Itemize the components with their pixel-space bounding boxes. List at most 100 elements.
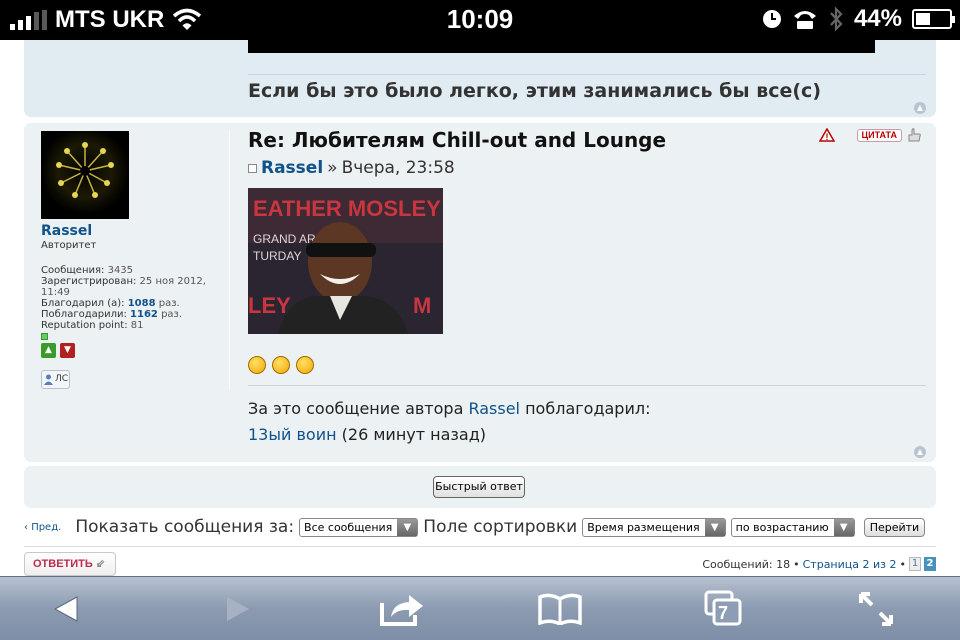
- reply-button[interactable]: ОТВЕТИТЬ ⇙: [24, 552, 116, 576]
- reputation-label: Reputation point:: [41, 320, 128, 331]
- reputation-value: 81: [130, 320, 144, 331]
- profile-divider: [229, 131, 230, 389]
- thanks-text: За это сообщение автора: [248, 399, 464, 418]
- thanks-block: За это сообщение автора Rassel поблагода…: [248, 396, 650, 448]
- post-profile: Rassel Авторитет Сообщения: 3435 Зарегис…: [41, 223, 226, 389]
- page-link-1[interactable]: 1: [909, 557, 921, 571]
- thanks-received-count[interactable]: 1162: [130, 309, 158, 320]
- post-title[interactable]: Re: Любителям Chill-out and Lounge: [248, 128, 666, 152]
- forward-button[interactable]: [208, 587, 268, 631]
- battery-icon: [912, 9, 955, 29]
- quote-button[interactable]: ЦИТАТА: [856, 128, 902, 142]
- quick-reply-panel: Быстрый ответ: [24, 466, 936, 508]
- chevron-down-icon: ▼: [704, 518, 725, 536]
- thanked-label: Благодарил (а):: [41, 298, 125, 309]
- svg-text:M: M: [413, 293, 431, 318]
- show-label: Показать сообщения за:: [75, 517, 295, 537]
- pagination: Сообщений: 18 • Страница 2 из 2 • 1 2: [702, 557, 936, 571]
- pm-label: ЛС: [55, 374, 69, 384]
- thanks-user[interactable]: 13ый воин: [248, 425, 337, 444]
- quick-reply-button[interactable]: Быстрый ответ: [433, 476, 525, 498]
- thanked-suffix: раз.: [158, 298, 180, 309]
- pagination-bullet: •: [899, 557, 907, 571]
- profile-rank: Авторитет: [41, 240, 97, 251]
- profile-stats: Сообщения: 3435 Зарегистрирован: 25 ноя …: [41, 265, 226, 358]
- status-bar: MTS UKR 10:09 44%: [0, 0, 960, 40]
- chevron-down-icon: ▼: [397, 518, 418, 536]
- avatar[interactable]: [41, 131, 129, 219]
- posts-count[interactable]: 3435: [108, 265, 133, 276]
- svg-text:LEY: LEY: [248, 293, 291, 318]
- thanks-hand-icon[interactable]: [906, 127, 922, 143]
- svg-text:EATHER MOSLEY: EATHER MOSLEY: [253, 196, 441, 221]
- report-icon[interactable]: !: [818, 128, 835, 142]
- tty-icon: [793, 11, 816, 29]
- thanks-received-suffix: раз.: [161, 309, 183, 320]
- post-author[interactable]: Rassel: [261, 158, 323, 178]
- post-divider: [248, 385, 926, 386]
- post-image[interactable]: EATHER MOSLEY GRAND ARENA TURDAY LEY M: [248, 188, 443, 334]
- go-button[interactable]: Перейти: [863, 517, 926, 537]
- fullscreen-button[interactable]: [846, 587, 906, 631]
- smiley-icon: [248, 356, 266, 374]
- battery-percent: 44%: [853, 5, 902, 32]
- sort-bar: ‹ Пред. Показать сообщения за: Все сообщ…: [24, 512, 936, 542]
- smileys: [248, 356, 314, 374]
- bookmarks-icon: [538, 593, 582, 625]
- signature-divider: [248, 74, 926, 75]
- smiley-icon: [272, 356, 290, 374]
- show-period-select[interactable]: Все сообщения ▼: [299, 517, 419, 537]
- reply-arrow-icon: ⇙: [95, 558, 106, 570]
- page-link-2: 2: [924, 557, 936, 571]
- thanks-verb: поблагодарил:: [525, 399, 651, 418]
- chevron-down-icon: ▼: [833, 518, 854, 536]
- thanks-received-label: Поблагодарили:: [41, 309, 127, 320]
- back-button[interactable]: [36, 587, 96, 631]
- thumbs-up-icon[interactable]: ▲: [41, 343, 56, 358]
- sort-field-select[interactable]: Время размещения ▼: [582, 517, 726, 537]
- prev-link[interactable]: ‹ Пред.: [24, 522, 61, 533]
- forum-page: Если бы это было легко, этим занимались …: [0, 40, 960, 576]
- image-strip: [248, 40, 875, 53]
- pagination-bullet: •: [793, 557, 800, 571]
- smiley-icon: [296, 356, 314, 374]
- thanks-time: (26 минут назад): [341, 425, 487, 444]
- posts-label: Сообщения:: [41, 265, 105, 276]
- registered-label: Зарегистрирован:: [41, 276, 137, 287]
- meta-separator: »: [327, 158, 338, 178]
- clock-alarm-icon: [762, 10, 781, 28]
- post: Rassel Авторитет Сообщения: 3435 Зарегис…: [24, 123, 936, 462]
- reputation-indicator: [41, 333, 48, 340]
- post-meta: Rassel » Вчера, 23:58: [248, 158, 455, 178]
- page-indicator[interactable]: Страница 2 из 2: [803, 558, 897, 571]
- bluetooth-icon: [830, 6, 843, 32]
- thanked-count[interactable]: 1088: [128, 298, 156, 309]
- post-count: Сообщений: 18: [702, 557, 791, 571]
- signature-text: Если бы это было легко, этим занимались …: [248, 80, 822, 102]
- fullscreen-icon: [859, 592, 893, 626]
- tabs-count: 7: [718, 603, 729, 623]
- share-button[interactable]: [372, 587, 432, 631]
- back-arrow-icon: [53, 596, 78, 622]
- browser-toolbar: 7: [0, 576, 960, 640]
- svg-text:!: !: [825, 132, 828, 142]
- back-to-top-icon[interactable]: ▲: [914, 446, 926, 458]
- post-date: Вчера, 23:58: [341, 158, 455, 178]
- svg-text:TURDAY: TURDAY: [253, 249, 301, 263]
- bookmarks-button[interactable]: [530, 587, 590, 631]
- sort-order-select[interactable]: по возрастанию ▼: [730, 517, 855, 537]
- pm-button[interactable]: ЛС: [41, 370, 70, 389]
- sort-label: Поле сортировки: [423, 517, 578, 537]
- post-icon[interactable]: [248, 163, 257, 173]
- profile-username[interactable]: Rassel: [41, 223, 226, 239]
- sort-divider: [24, 546, 936, 547]
- user-icon: [44, 374, 53, 385]
- thanks-author[interactable]: Rassel: [468, 399, 520, 418]
- share-icon: [380, 595, 423, 626]
- post-actions: ! ЦИТАТА: [818, 127, 922, 143]
- thumbs-down-icon[interactable]: ▼: [60, 343, 75, 358]
- forward-arrow-icon: [227, 597, 249, 621]
- previous-post: Если бы это было легко, этим занимались …: [24, 40, 936, 117]
- tabs-button[interactable]: 7: [694, 587, 754, 631]
- back-to-top-icon[interactable]: ▲: [914, 102, 926, 114]
